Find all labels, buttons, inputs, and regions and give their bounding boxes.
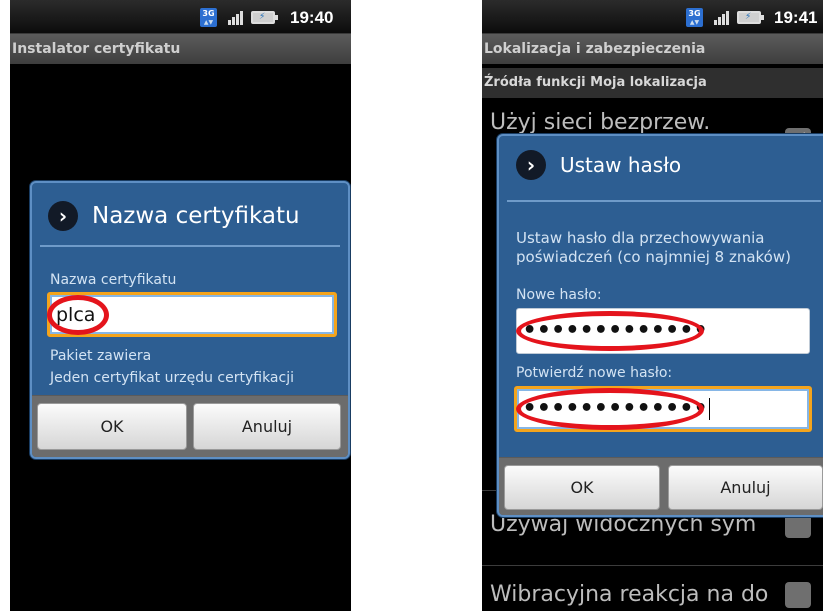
divider <box>40 245 340 247</box>
button-bar: OK Anuluj <box>32 395 348 457</box>
checkbox[interactable] <box>785 582 811 608</box>
arrow-right-icon: › <box>48 201 78 231</box>
confirm-password-input[interactable]: ••••••••••••• <box>514 386 812 432</box>
status-bar: 3G ▲▼ ⚡ 19:40 <box>10 0 351 34</box>
certificate-name-input[interactable]: plca <box>47 292 337 337</box>
cancel-button[interactable]: Anuluj <box>668 465 823 510</box>
app-title: Instalator certyfikatu <box>10 34 351 64</box>
certificate-name-dialog: › Nazwa certyfikatu Nazwa certyfikatu pl… <box>30 181 350 459</box>
divider <box>507 200 821 202</box>
new-password-input[interactable]: ••••••••••••• <box>516 308 810 354</box>
package-info-text: Jeden certyfikat urzędu certyfikacji <box>50 370 294 386</box>
app-title: Lokalizacja i zabezpieczenia <box>482 34 823 64</box>
3g-icon: 3G ▲▼ <box>200 8 217 27</box>
new-password-label: Nowe hasło: <box>516 287 602 303</box>
field-label: Nazwa certyfikatu <box>50 272 177 288</box>
package-info-label: Pakiet zawiera <box>50 348 152 364</box>
dialog-description: Ustaw hasło dla przechowywania poświadcz… <box>516 229 791 266</box>
text-cursor <box>709 398 711 420</box>
clock: 19:41 <box>774 8 818 27</box>
clock: 19:40 <box>290 8 334 27</box>
dialog-title: Nazwa certyfikatu <box>92 203 300 229</box>
section-header: Źródła funkcji Moja lokalizacja <box>482 68 823 98</box>
status-bar: 3G ▲▼ ⚡ 19:41 <box>482 0 823 34</box>
arrow-right-icon: › <box>516 150 546 180</box>
battery-charging-icon: ⚡ <box>251 11 278 24</box>
set-password-dialog: › Ustaw hasło Ustaw hasło dla przechowyw… <box>497 134 823 517</box>
settings-item[interactable]: Wibracyjna reakcja na do <box>490 582 768 607</box>
battery-charging-icon: ⚡ <box>737 11 764 24</box>
3g-icon: 3G ▲▼ <box>686 8 703 27</box>
signal-icon <box>228 10 244 25</box>
confirm-password-label: Potwierdź nowe hasło: <box>516 365 673 381</box>
ok-button[interactable]: OK <box>37 403 187 450</box>
cancel-button[interactable]: Anuluj <box>193 403 341 450</box>
signal-icon <box>714 10 730 25</box>
ok-button[interactable]: OK <box>504 465 660 510</box>
dialog-title: Ustaw hasło <box>560 153 682 177</box>
settings-item[interactable]: Użyj sieci bezprzew. <box>490 110 710 135</box>
button-bar: OK Anuluj <box>499 457 823 515</box>
divider <box>482 565 823 566</box>
right-phone-screen: 3G ▲▼ ⚡ 19:41 Lokalizacja i zabezpieczeni… <box>482 0 823 611</box>
left-phone-screen: 3G ▲▼ ⚡ 19:40 Instalator certyfikatu › Na… <box>10 0 351 611</box>
